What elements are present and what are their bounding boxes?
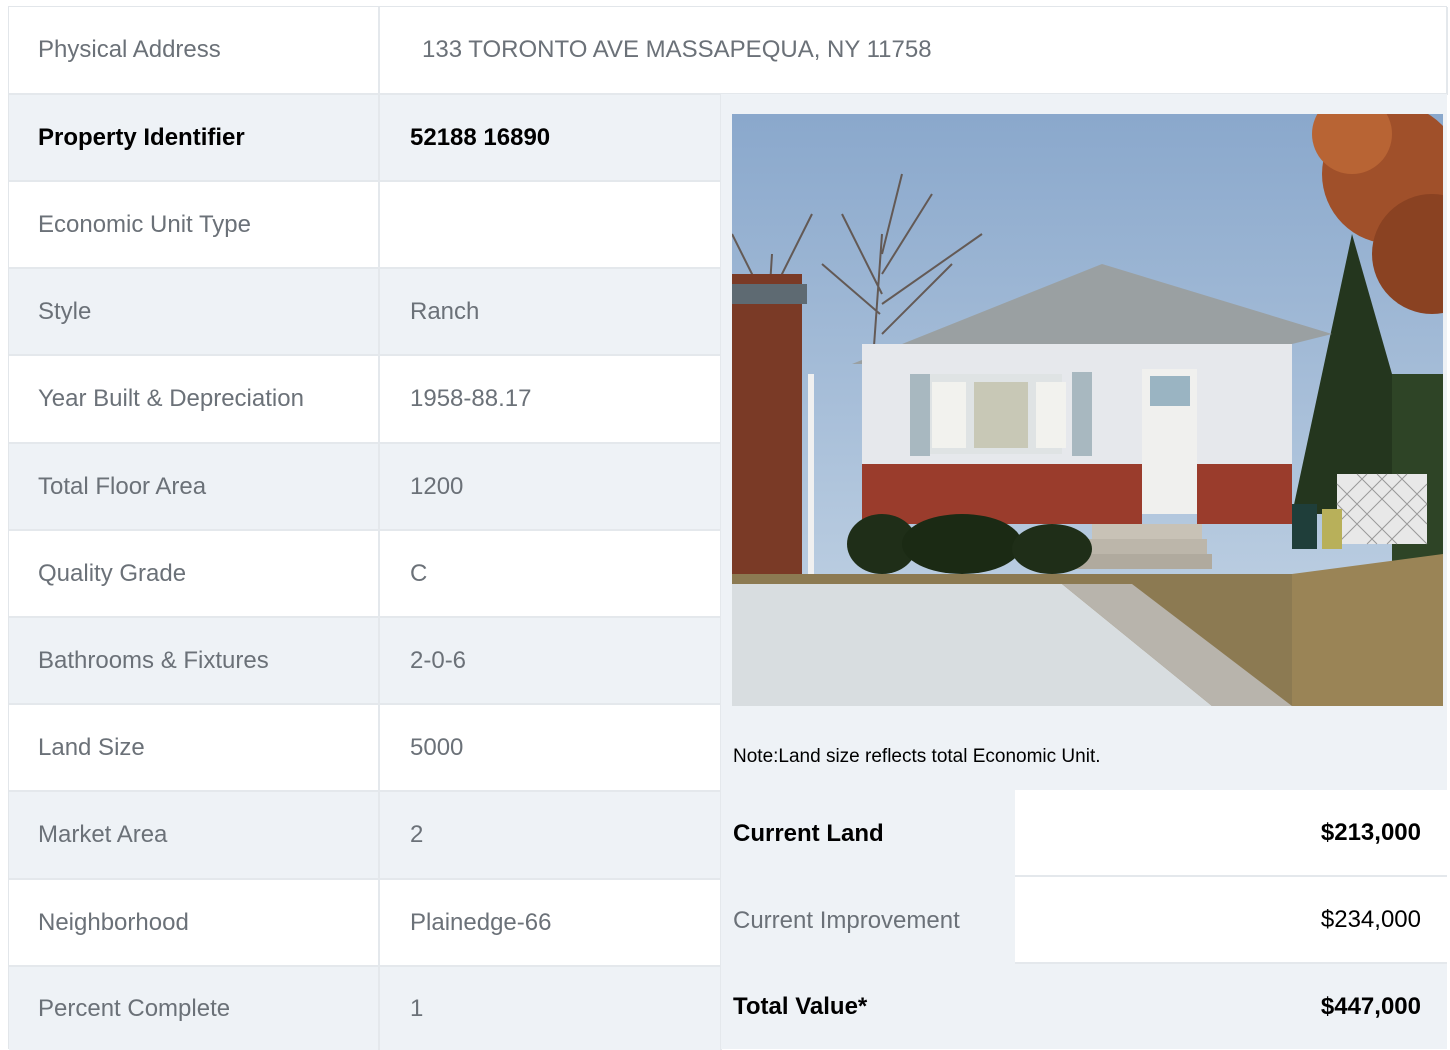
total-floor-area-label: Total Floor Area [9, 444, 380, 531]
percent-complete-label: Percent Complete [9, 967, 380, 1050]
total-value-value: $447,000 [1320, 992, 1421, 1020]
land-size-value: 5000 [380, 705, 722, 792]
property-identifier-label: Property Identifier [9, 95, 380, 182]
property-photo [732, 114, 1443, 706]
total-value-label: Total Value* [733, 992, 868, 1020]
year-built-label: Year Built & Depreciation [9, 356, 380, 444]
land-size-note: Note:Land size reflects total Economic U… [733, 746, 1101, 767]
economic-unit-type-label: Economic Unit Type [9, 182, 380, 269]
market-area-label: Market Area [9, 792, 380, 880]
economic-unit-type-value [380, 182, 722, 269]
total-floor-area-value: 1200 [380, 444, 722, 531]
current-land-value: $213,000 [1015, 790, 1447, 877]
quality-grade-label: Quality Grade [9, 531, 380, 618]
land-size-label: Land Size [9, 705, 380, 792]
property-identifier-value: 52188 16890 [380, 95, 722, 182]
physical-address-value: 133 TORONTO AVE MASSAPEQUA, NY 11758 [380, 7, 1448, 95]
neighborhood-value: Plainedge-66 [380, 880, 722, 967]
physical-address-label: Physical Address [9, 7, 380, 95]
style-label: Style [9, 269, 380, 356]
neighborhood-label: Neighborhood [9, 880, 380, 967]
current-land-label: Current Land [733, 819, 884, 847]
current-improvement-value: $234,000 [1015, 877, 1447, 964]
quality-grade-value: C [380, 531, 722, 618]
current-improvement-label: Current Improvement [733, 906, 960, 934]
bathrooms-fixtures-label: Bathrooms & Fixtures [9, 618, 380, 705]
bathrooms-fixtures-value: 2-0-6 [380, 618, 722, 705]
market-area-value: 2 [380, 792, 722, 880]
year-built-value: 1958-88.17 [380, 356, 722, 444]
style-value: Ranch [380, 269, 722, 356]
percent-complete-value: 1 [380, 967, 722, 1050]
